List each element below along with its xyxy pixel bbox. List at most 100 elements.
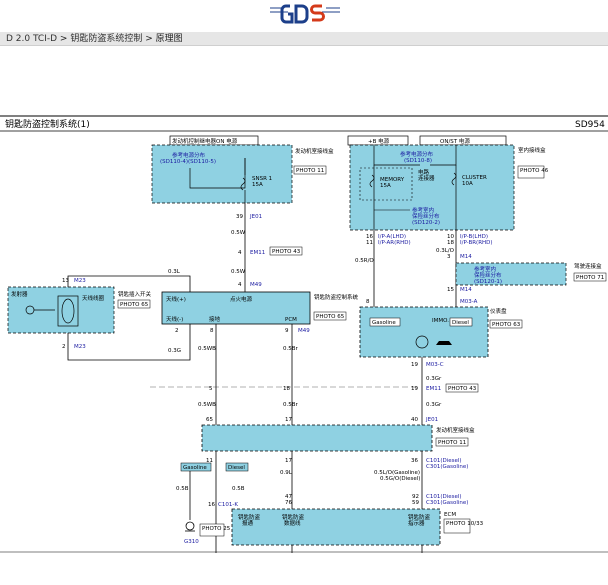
pin-ant-neg: 天线(-) (166, 315, 183, 323)
connector-label: M03-A (460, 299, 478, 305)
wire-label: 0.5G/O(Diesel) (380, 476, 420, 482)
wire-label: 0.5B (232, 486, 245, 492)
connector-label: I/P-BR(RHD) (460, 240, 493, 246)
fuse-jb: 驾驶连接盒 (574, 262, 602, 270)
pin-label: 17 (285, 458, 292, 464)
ecm-pin-1b: 报通 (242, 519, 254, 527)
pin-label: 16 (208, 502, 215, 508)
coil-label: 天线线圈 (82, 294, 105, 302)
connector-label: EM11 (250, 250, 265, 256)
top-bar (0, 0, 608, 32)
pin-label: 40 (411, 417, 418, 423)
wire-label: 0.3Gr (426, 402, 442, 408)
pin-label: 4 (238, 250, 242, 256)
connector-label: C301(Gasoline) (426, 500, 468, 506)
ground-icon (185, 521, 195, 531)
pin-label: 9 (285, 328, 289, 334)
right-fuse-ref2b: 保险丝分布 (412, 212, 440, 220)
breadcrumb-sep: > (57, 34, 71, 44)
ecm-pin-2: 钥匙防盗 (282, 513, 305, 521)
pin-label: 17 (285, 417, 292, 423)
connector-label: C101-K (218, 502, 238, 508)
cluster-title: 仪表盘 (490, 307, 507, 315)
wire-label: 0.5WB (198, 402, 216, 408)
breadcrumb: D 2.0 TCI-D > 钥匙防盗系统控制 > 原理图 (0, 32, 608, 46)
cluster-gasoline: Gasoline (372, 320, 396, 326)
ground-photo: PHOTO 25 (202, 526, 231, 532)
right-jb-photo: PHOTO 46 (520, 168, 549, 174)
photo-label: PHOTO 43 (272, 249, 301, 255)
wire-label: 0.5B (176, 486, 189, 492)
wire-label: 0.3Gr (426, 376, 442, 382)
left-jb-label: 发动机室接线盒 (295, 147, 334, 155)
photo-label: PHOTO 43 (448, 386, 477, 392)
connector-label: JE01 (249, 214, 262, 220)
wire-label: 0.5W (231, 230, 246, 236)
coil-photo: PHOTO 65 (120, 302, 149, 308)
link-label-2: 连接器 (418, 174, 435, 182)
pin-label: 19 (411, 362, 418, 368)
pin-label: 39 (236, 214, 243, 220)
connector-label: I/P-AR(RHD) (378, 240, 411, 246)
ecm-photo: PHOTO 10/33 (446, 521, 484, 527)
transmitter-label: 发射器 (11, 290, 28, 298)
wire-label: 0.3G (168, 348, 181, 354)
left-fuse-amp: 15A (252, 182, 263, 188)
connector-label: M23 (74, 344, 86, 350)
pin-label: 2 (175, 328, 179, 334)
pin-label: 18 (447, 240, 454, 246)
key-switch-label: 钥匙插入开关 (118, 290, 152, 298)
connector-label: M49 (298, 328, 310, 334)
wire-label: 0.5W (231, 269, 246, 275)
fuse-photo: PHOTO 71 (576, 275, 604, 281)
right-jb-label: 室内接线盒 (518, 146, 546, 154)
left-fuse-ref: 参考电源分布 (172, 151, 206, 159)
left-jb-photo: PHOTO 11 (296, 168, 324, 174)
immo-title: 钥匙防盗控制系统 (314, 293, 359, 301)
pin-label: 4 (238, 282, 242, 288)
wire-label: 0.3L (168, 269, 181, 275)
pin-label: 19 (411, 386, 418, 392)
pin-ant-pos: 天线(+) (166, 295, 186, 303)
engine-jb-photo: PHOTO 11 (438, 440, 466, 446)
left-fuse-ref-code: (SD110-4)(SD110-5) (160, 159, 216, 165)
right-fuse-ref2: 参考室内 (412, 206, 434, 214)
pin-label: 8 (366, 299, 370, 305)
pin-label: 2 (62, 344, 66, 350)
pin-label: 76 (285, 500, 292, 506)
ecm-pin-3: 钥匙防盗 (408, 513, 431, 521)
cluster-box (359, 306, 489, 358)
connector-label: M23 (74, 278, 86, 284)
immo-photo: PHOTO 65 (316, 314, 345, 320)
ecm-pin-3b: 指示器 (408, 519, 425, 527)
breadcrumb-model[interactable]: D 2.0 TCI-D (6, 34, 57, 44)
connector-label: JE01 (425, 417, 438, 423)
breadcrumb-current: 原理图 (155, 34, 183, 44)
pin-label: 8 (210, 328, 214, 334)
gasoline-tag: Gasoline (183, 465, 207, 471)
fuse-ref: 保险丝分布 (474, 271, 502, 279)
ecm-pin-2b: 数据线 (284, 519, 301, 527)
link-label: 电路 (418, 168, 430, 176)
pin-label: 13 (62, 278, 69, 284)
cluster-photo: PHOTO 63 (492, 322, 521, 328)
cluster-immo: IMMO. (432, 318, 449, 324)
cluster-diesel: Diesel (452, 320, 469, 326)
fuse-box-3 (455, 262, 567, 286)
wire-label: 0.5R/O (355, 258, 374, 264)
left-fuse-title: 发动机控制继电器ON 电源 (172, 137, 238, 145)
right-fuse-title-a: +B 电源 (368, 137, 390, 145)
right-fuse-title-b: ON/ST 电源 (440, 137, 470, 145)
pin-label: 65 (206, 417, 213, 423)
connector-label: M49 (250, 282, 262, 288)
wire-label: 0.9L (280, 470, 293, 476)
pin-label: 59 (412, 500, 419, 506)
wire-label: 0.5Br (283, 346, 299, 352)
breadcrumb-system[interactable]: 钥匙防盗系统控制 (70, 34, 142, 44)
wiring-diagram: 钥匙防盗控制系统(1) SD954 发动机控制继电器ON 电源 参考电源分布 (… (0, 115, 608, 553)
engine-jb-label: 发动机室接线盒 (436, 426, 475, 434)
diesel-tag: Diesel (228, 465, 245, 471)
connector-label: M03-C (426, 362, 444, 368)
ecm-label: ECM (444, 512, 456, 518)
diagram-title: 钥匙防盗控制系统(1) (5, 118, 90, 130)
